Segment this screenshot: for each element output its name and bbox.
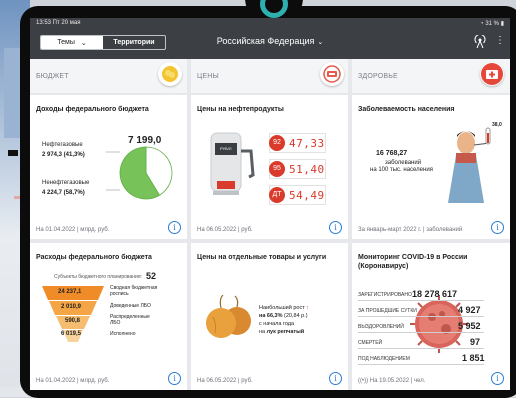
card-title: Мониторинг COVID-19 в России (Коронавиру… xyxy=(358,254,468,270)
status-time: 13:53 Пт 20 мая xyxy=(36,20,81,26)
covid-row-label: ПОД НАБЛЮДЕНИЕМ xyxy=(358,356,410,362)
broadcast-icon[interactable] xyxy=(474,34,486,49)
column-header-budget: БЮДЖЕТ xyxy=(30,59,187,93)
pie-group xyxy=(119,146,173,200)
funnel-label: Сводная бюджетная роспись xyxy=(110,285,158,297)
covid-row-label: ЗА ПРОШЕДШИЕ СУТКИ xyxy=(358,308,417,314)
morbidity-caption: на 100 тыс. населения xyxy=(370,167,433,173)
fuel-price: 47,33 xyxy=(289,136,325,150)
column-header-prices: ЦЕНЫ xyxy=(191,59,348,93)
info-icon[interactable]: i xyxy=(329,372,342,385)
fuel-grade: 92 xyxy=(269,135,285,151)
card-fuel-prices[interactable]: Цены на нефтепродукты РУБ/Л 92 47,33 95 … xyxy=(191,95,348,239)
battery-icon: ▮ xyxy=(500,21,504,27)
card-footer: ((•)) На 19.05.2022 | чел. xyxy=(358,378,426,384)
coins-icon xyxy=(158,62,182,86)
more-menu-icon[interactable]: ⋮ xyxy=(494,35,506,49)
morbidity-value: 16 768,27 xyxy=(376,150,408,157)
info-icon[interactable]: i xyxy=(329,221,342,234)
card-footer: На 06.05.2022 | руб. xyxy=(197,378,253,384)
funnel-label: Исполнено xyxy=(110,331,136,337)
app-screen: 13:53 Пт 20 мая ◔ 31 % ▮ Темы ⌄ Территор… xyxy=(30,18,510,390)
row-divider xyxy=(358,300,484,301)
onion-icon xyxy=(206,295,251,338)
row-divider xyxy=(358,332,484,333)
card-goods-prices[interactable]: Цены на отдельные товары и услуги Наибол… xyxy=(191,243,348,390)
pump-display: РУБ/Л xyxy=(220,146,232,151)
revenue-pie-chart xyxy=(106,146,173,200)
funnel-value: 24 237,1 xyxy=(58,289,82,295)
region-selector[interactable]: Российская Федерация ⌄ xyxy=(30,36,510,46)
first-aid-icon xyxy=(480,62,504,86)
fuel-pump-icon xyxy=(210,132,255,195)
tablet-device: 13:53 Пт 20 мая ◔ 31 % ▮ Темы ⌄ Территор… xyxy=(20,0,516,398)
card-morbidity[interactable]: Заболеваемость населения 38,0 16 768,27 … xyxy=(352,95,510,239)
info-icon[interactable]: i xyxy=(491,372,504,385)
column-title: БЮДЖЕТ xyxy=(36,73,69,80)
funnel-value: 6 019,5 xyxy=(61,331,82,337)
card-budget-expenses[interactable]: Расходы федерального бюджета Субъекты бю… xyxy=(30,243,187,390)
covid-row-label: ВЫЗДОРОВЛЕНИЙ xyxy=(358,324,404,330)
growth-line-3: с начала года xyxy=(259,321,295,327)
card-title: Расходы федерального бюджета xyxy=(36,254,152,261)
column-title: ЗДОРОВЬЕ xyxy=(358,73,398,80)
broadcast-small-icon: ((•)) xyxy=(358,378,369,384)
dashboard-grid: БЮДЖЕТ ЦЕНЫ ЗДОРОВЬЕ Доходы федерального… xyxy=(30,59,510,390)
card-title: Заболеваемость населения xyxy=(358,106,455,113)
card-covid[interactable]: Мониторинг COVID-19 в России (Коронавиру… xyxy=(352,243,510,390)
status-battery: ◔ 31 % ▮ xyxy=(480,20,504,27)
row-divider xyxy=(358,348,484,349)
price-tag-icon xyxy=(320,62,344,86)
card-budget-revenue[interactable]: Доходы федерального бюджета Нефтегазовые… xyxy=(30,95,187,239)
card-title: Цены на нефтепродукты xyxy=(197,106,284,113)
info-icon[interactable]: i xyxy=(168,372,181,385)
battery-level: 31 % xyxy=(485,21,500,27)
info-icon[interactable]: i xyxy=(168,221,181,234)
arrow-up-icon: ↑ xyxy=(306,305,310,311)
fuel-price: 51,40 xyxy=(289,162,325,176)
fuel-price-95: 95 51,40 xyxy=(269,159,326,179)
row-divider xyxy=(358,364,484,365)
fuel-grade: 95 xyxy=(269,161,285,177)
growth-line-2: на 66,3% (20,84 р.) xyxy=(259,313,308,319)
column-title: ЦЕНЫ xyxy=(197,73,219,80)
region-label: Российская Федерация xyxy=(216,36,315,46)
covid-row-label: ЗАРЕГИСТРИРОВАНО xyxy=(358,292,412,298)
growth-line-1: Наибольший рост ↑ xyxy=(259,305,310,311)
subjects-value: 52 xyxy=(146,271,157,281)
covid-row-value: 1 851 xyxy=(462,353,485,363)
thermometer-value: 38,0 xyxy=(492,122,502,128)
sick-person-icon xyxy=(448,127,491,203)
covid-row-value: 97 xyxy=(470,337,481,347)
funnel-value: 590,8 xyxy=(65,318,81,324)
funnel-value: 2 010,9 xyxy=(61,304,82,310)
background-mark xyxy=(8,150,18,156)
tablet-clip-ring xyxy=(260,0,288,18)
card-footer: На 01.04.2022 | млрд. руб. xyxy=(36,378,110,384)
morbidity-caption: заболеваний xyxy=(385,160,422,166)
fuel-price-diesel: ДТ 54,49 xyxy=(269,185,326,205)
fuel-grade: ДТ xyxy=(269,187,285,203)
fuel-price-92: 92 47,33 xyxy=(269,133,326,153)
chevron-down-icon: ⌄ xyxy=(317,39,324,46)
column-header-health: ЗДОРОВЬЕ xyxy=(352,59,510,93)
info-icon[interactable]: i xyxy=(491,221,504,234)
covid-row-value: 4 927 xyxy=(458,305,481,315)
covid-row-label: СМЕРТЕЙ xyxy=(358,340,383,346)
app-header: 13:53 Пт 20 мая ◔ 31 % ▮ Темы ⌄ Территор… xyxy=(30,18,510,59)
row-divider xyxy=(358,316,484,317)
wifi-icon: ◔ xyxy=(480,21,484,27)
covid-row-value: 18 278 617 xyxy=(412,289,458,299)
card-footer: На 01.04.2022 | млрд. руб. xyxy=(36,227,110,233)
fuel-price: 54,49 xyxy=(289,188,325,202)
covid-row-value: 5 952 xyxy=(458,321,481,331)
funnel-label: Распределенные ЛБО xyxy=(110,314,150,326)
card-footer: За январь-март 2022 г. | заболеваний xyxy=(358,227,463,233)
card-title: Цены на отдельные товары и услуги xyxy=(197,254,327,261)
card-footer: На 06.05.2022 | руб. xyxy=(197,227,253,233)
growth-line-4: на лук репчатый xyxy=(259,329,305,335)
subjects-label: Субъекты бюджетного планирования: xyxy=(54,274,142,280)
funnel-label: Доведенные ЛБО xyxy=(110,303,151,309)
